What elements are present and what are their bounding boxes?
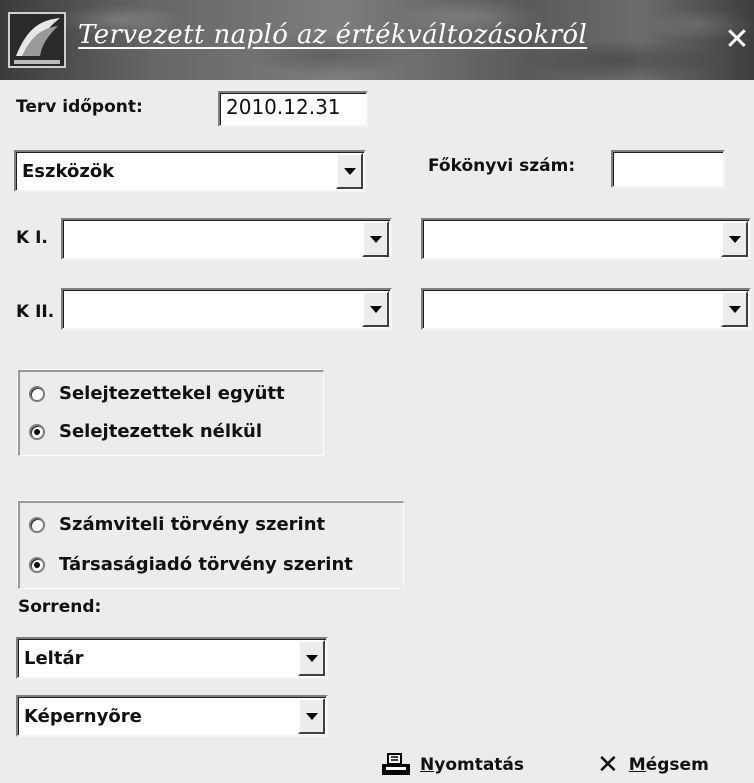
order-select[interactable]: Leltár [16,637,328,679]
cancel-mnemonic: M [628,755,646,775]
radio-button-checked[interactable] [29,423,45,440]
k1-left-dropdown-button[interactable] [362,221,389,257]
category-select[interactable]: Eszközök [14,150,366,192]
radio-with-scrapped[interactable]: Selejtezettekel együtt [29,383,285,404]
radio-without-scrapped-label: Selejtezettek nélkül [59,421,263,442]
order-dropdown-button[interactable] [298,640,325,676]
plan-date-label: Terv időpont: [16,97,143,117]
app-logo-icon [8,12,66,68]
order-label: Sorrend: [18,597,102,617]
close-icon[interactable]: ✕ [722,24,752,56]
plan-date-field[interactable]: 2010.12.31 [218,91,368,127]
category-select-value: Eszközök [22,160,115,182]
output-select-value: Képernyõre [24,705,142,727]
radio-accounting-law-label: Számviteli törvény szerint [59,514,326,535]
output-dropdown-button[interactable] [298,698,325,734]
radio-button-checked[interactable] [29,556,45,573]
chevron-down-icon [369,305,382,313]
k2-label: K II. [16,302,55,322]
category-dropdown-button[interactable] [336,153,363,189]
scrapped-items-group: Selejtezettekel együtt Selejtezettek nél… [18,370,324,456]
k1-right-dropdown-button[interactable] [721,221,748,257]
radio-with-scrapped-label: Selejtezettekel együtt [59,383,285,404]
radio-corporate-tax-law-label: Társaságiadó törvény szerint [59,554,353,575]
printer-icon [382,753,410,775]
order-select-value: Leltár [24,647,84,669]
k2-left-dropdown-button[interactable] [362,291,389,327]
cancel-button[interactable]: ✕ Mégsem [597,750,709,780]
chevron-down-icon [728,235,741,243]
radio-without-scrapped[interactable]: Selejtezettek nélkül [29,421,262,442]
title-bar[interactable]: Tervezett napló az értékváltozásokról ✕ [0,0,754,80]
chevron-down-icon [305,712,318,720]
radio-corporate-tax-law[interactable]: Társaságiadó törvény szerint [29,554,353,575]
ledger-number-label: Főkönyvi szám: [428,156,576,176]
k2-left-select[interactable] [61,288,392,330]
window-title: Tervezett napló az értékváltozásokról [78,20,588,50]
radio-button[interactable] [29,516,45,533]
chevron-down-icon [305,654,318,662]
chevron-down-icon [369,235,382,243]
print-mnemonic: N [420,755,435,775]
k2-right-select[interactable] [421,288,751,330]
chevron-down-icon [728,305,741,313]
ledger-number-field[interactable] [611,150,725,188]
k1-label: K I. [16,228,48,248]
cancel-label: égsem [645,755,709,775]
k1-left-select[interactable] [61,218,392,260]
law-basis-group: Számviteli törvény szerint Társaságiadó … [18,501,404,589]
chevron-down-icon [343,167,356,175]
radio-accounting-law[interactable]: Számviteli törvény szerint [29,514,325,535]
radio-button[interactable] [29,385,45,402]
x-icon: ✕ [597,750,619,780]
print-button[interactable]: Nyomtatás [378,753,524,777]
k1-right-select[interactable] [421,218,751,260]
k2-right-dropdown-button[interactable] [721,291,748,327]
print-label: yomtatás [434,755,525,775]
output-select[interactable]: Képernyõre [16,695,328,737]
